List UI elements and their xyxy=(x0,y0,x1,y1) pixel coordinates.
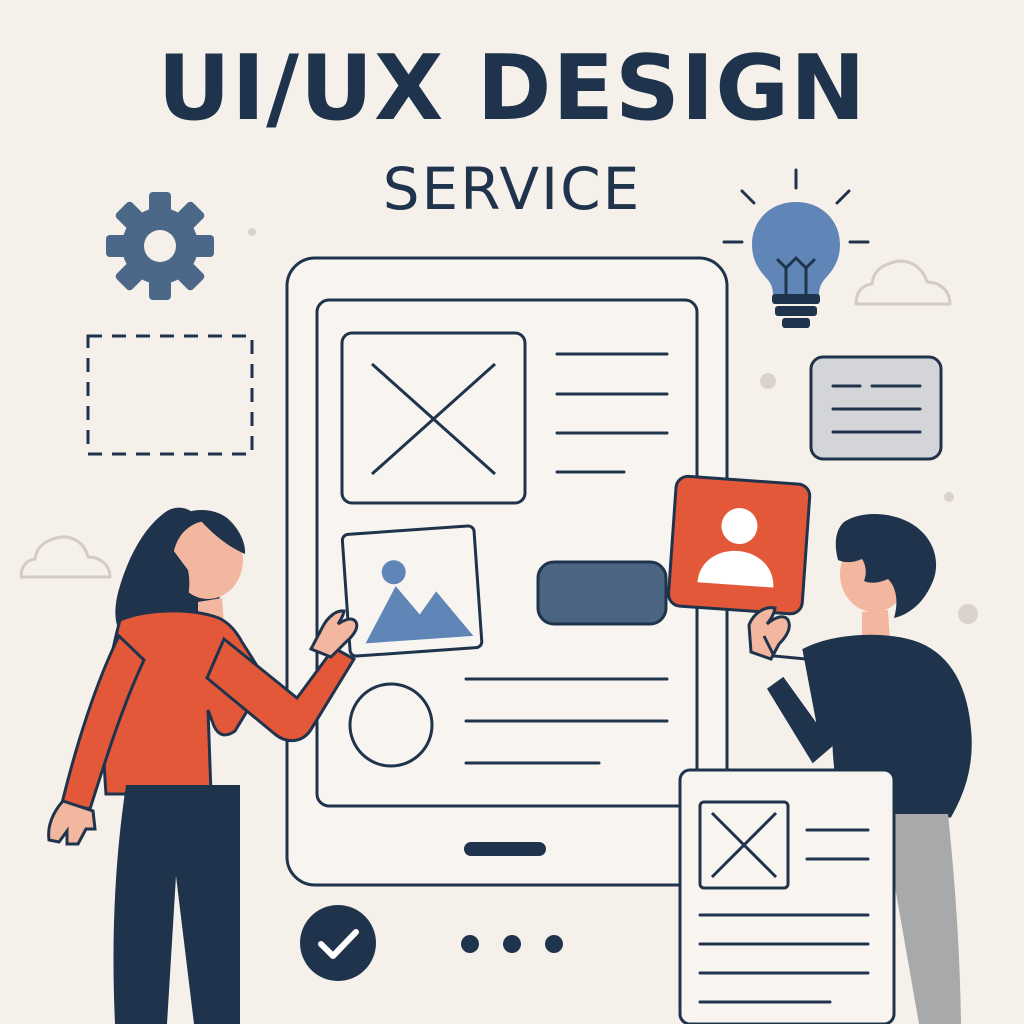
cloud-icon xyxy=(19,535,112,579)
tablet-button xyxy=(536,560,668,626)
checkmark-icon xyxy=(300,905,376,981)
document-card xyxy=(678,768,896,1024)
illustration: UI/UX DESIGN SERVICE xyxy=(0,0,1024,1024)
lightbulb-icon xyxy=(722,168,870,328)
dashed-placeholder-frame xyxy=(86,334,254,456)
more-icon xyxy=(461,935,563,953)
image-icon xyxy=(340,524,484,658)
user-icon xyxy=(667,474,812,616)
text-card-widget xyxy=(809,355,943,461)
scene-artwork xyxy=(19,168,978,1024)
cloud-icon xyxy=(854,259,952,306)
gear-icon xyxy=(106,192,214,300)
